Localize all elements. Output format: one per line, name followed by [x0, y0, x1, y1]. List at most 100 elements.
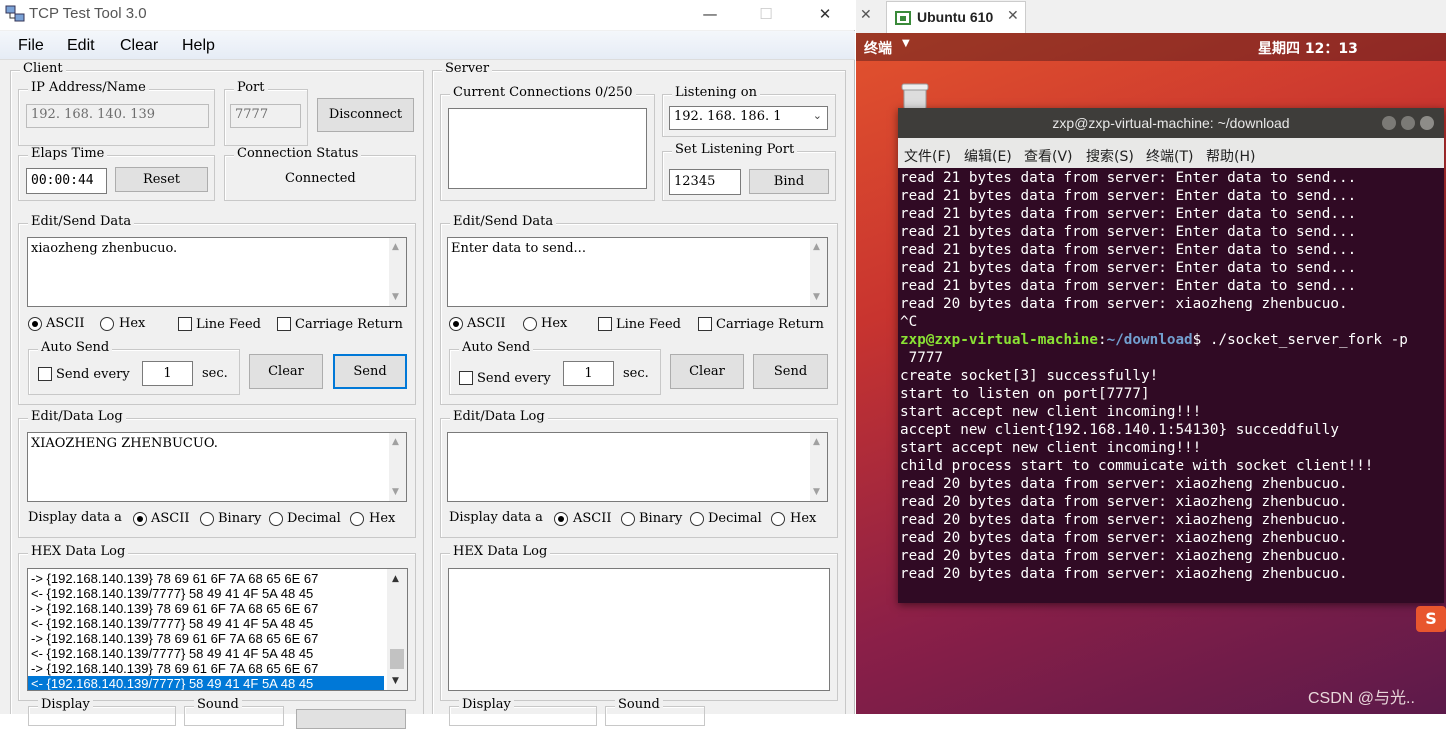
vm-tab-close-icon[interactable]: ✕ — [1007, 8, 1019, 24]
prompt-path: ~/download — [1106, 332, 1193, 348]
server-display-hex-radio[interactable] — [771, 512, 785, 526]
client-display-decimal-radio[interactable] — [269, 512, 283, 526]
csdn-watermark: CSDN @与光.. — [1308, 690, 1415, 707]
terminal-line: read 21 bytes data from server: Enter da… — [900, 260, 1357, 276]
terminal-menu-help[interactable]: 帮助(H) — [1206, 146, 1255, 166]
reset-button[interactable]: Reset — [115, 167, 208, 192]
server-log-textarea[interactable]: ▲ ▼ — [447, 432, 828, 502]
client-display-ascii-radio[interactable] — [133, 512, 147, 526]
maximize-button[interactable]: ☐ — [743, 0, 789, 30]
menu-help[interactable]: Help — [182, 37, 215, 55]
client-auto-send-label: Auto Send — [38, 340, 113, 355]
server-ascii-radio[interactable] — [449, 317, 463, 331]
terminal-minimize-icon[interactable] — [1382, 116, 1396, 130]
terminal-line: read 20 bytes data from server: xiaozhen… — [900, 530, 1348, 546]
client-clear-button[interactable]: Clear — [249, 354, 323, 389]
client-port-field[interactable]: 7777 — [230, 104, 301, 128]
server-clear-button[interactable]: Clear — [670, 354, 744, 389]
menu-edit[interactable]: Edit — [67, 37, 95, 55]
terminal-line: start accept new client incoming!!! — [900, 404, 1202, 420]
client-send-every-checkbox[interactable] — [38, 367, 52, 381]
client-send-label: Edit/Send Data — [28, 214, 135, 229]
terminal-title-bar[interactable]: zxp@zxp-virtual-machine: ~/download — [898, 108, 1444, 138]
listening-value: 192. 168. 186. 1 — [674, 109, 782, 124]
title-bar[interactable]: TCP Test Tool 3.0 — ☐ ✕ — [0, 0, 855, 30]
terminal-title: zxp@zxp-virtual-machine: ~/download — [1052, 115, 1290, 131]
client-ascii-label: ASCII — [46, 316, 85, 331]
client-display-binary-radio[interactable] — [200, 512, 214, 526]
terminal-line: read 21 bytes data from server: Enter da… — [900, 242, 1357, 258]
client-hex-radio[interactable] — [100, 317, 114, 331]
server-hex-radio[interactable] — [523, 317, 537, 331]
terminal-menu-edit[interactable]: 编辑(E) — [964, 146, 1012, 166]
server-display-binary-radio[interactable] — [621, 512, 635, 526]
network-icon — [5, 5, 25, 22]
server-display-ascii-radio[interactable] — [554, 512, 568, 526]
hex-log-line: <- {192.168.140.139/7777} 58 49 41 4F 5A… — [31, 616, 314, 631]
disconnect-button[interactable]: Disconnect — [317, 98, 414, 132]
prompt-user: zxp@zxp-virtual-machine — [900, 332, 1098, 348]
server-display-decimal-label: Decimal — [708, 511, 762, 526]
server-sound-group: Sound — [605, 697, 705, 726]
client-ascii-radio[interactable] — [28, 317, 42, 331]
ip-address-field[interactable]: 192. 168. 140. 139 — [26, 104, 209, 128]
client-display-hex-radio[interactable] — [350, 512, 364, 526]
client-send-scrollbar[interactable]: ▲ ▼ — [389, 238, 406, 306]
server-log-scrollbar[interactable]: ▲ ▼ — [810, 433, 827, 501]
server-send-textarea[interactable]: Enter data to send... ▲ ▼ — [447, 237, 828, 307]
terminal-menu-terminal[interactable]: 终端(T) — [1146, 146, 1193, 166]
close-button[interactable]: ✕ — [802, 0, 848, 30]
client-sound-label: Sound — [194, 697, 242, 712]
server-carriage-return-checkbox[interactable] — [698, 317, 712, 331]
terminal-window[interactable]: zxp@zxp-virtual-machine: ~/download 文件(F… — [898, 108, 1444, 603]
server-send-text: Enter data to send... — [451, 241, 586, 256]
client-hex-scrollbar[interactable]: ▲ ▼ — [387, 569, 407, 690]
terminal-line: read 20 bytes data from server: xiaozhen… — [900, 476, 1348, 492]
server-carriage-return-label: Carriage Return — [716, 317, 824, 332]
server-send-button[interactable]: Send — [753, 354, 828, 389]
client-send-button[interactable]: Send — [333, 354, 407, 389]
menu-file[interactable]: File — [18, 37, 44, 55]
topbar-clock[interactable]: 星期四 12：13 — [1258, 38, 1358, 58]
client-log-scrollbar[interactable]: ▲ ▼ — [389, 433, 406, 501]
terminal-output[interactable]: read 21 bytes data from server: Enter da… — [898, 169, 1444, 603]
port-label: Port — [234, 80, 268, 95]
terminal-maximize-icon[interactable] — [1401, 116, 1415, 130]
hex-log-line: <- {192.168.140.139/7777} 58 49 41 4F 5A… — [31, 646, 314, 661]
client-carriage-return-checkbox[interactable] — [277, 317, 291, 331]
topbar-app-menu[interactable]: 终端 — [864, 38, 892, 58]
client-hex-log[interactable]: -> {192.168.140.139} 78 69 61 6F 7A 68 6… — [27, 568, 408, 691]
server-display-decimal-radio[interactable] — [690, 512, 704, 526]
bind-button[interactable]: Bind — [749, 169, 829, 194]
minimize-button[interactable]: — — [687, 0, 733, 30]
server-display-ascii-label: ASCII — [573, 511, 612, 526]
vm-tab-bar: ✕ Ubuntu 610 ✕ — [856, 0, 1446, 33]
server-interval-field[interactable]: 1 — [563, 361, 614, 386]
client-send-textarea[interactable]: xiaozheng zhenbucuo. ▲ ▼ — [27, 237, 407, 307]
server-port-field[interactable]: 12345 — [669, 169, 741, 195]
sogou-ime-icon[interactable]: S — [1416, 606, 1446, 632]
terminal-menu-search[interactable]: 搜索(S) — [1086, 146, 1134, 166]
client-log-text: XIAOZHENG ZHENBUCUO. — [31, 436, 218, 451]
server-display-group: Display — [449, 697, 597, 726]
vm-tab-ubuntu[interactable]: Ubuntu 610 ✕ — [886, 1, 1026, 33]
server-hex-log[interactable] — [448, 568, 830, 691]
hex-log-line-selected[interactable]: <- {192.168.140.139/7777} 58 49 41 4F 5A… — [28, 676, 384, 690]
client-hex-scroll-thumb[interactable] — [390, 649, 404, 669]
terminal-close-icon[interactable] — [1420, 116, 1434, 130]
client-line-feed-checkbox[interactable] — [178, 317, 192, 331]
menu-clear[interactable]: Clear — [120, 37, 158, 55]
close-tab-icon[interactable]: ✕ — [860, 7, 872, 23]
hex-log-line: -> {192.168.140.139} 78 69 61 6F 7A 68 6… — [31, 601, 319, 616]
terminal-menu-file[interactable]: 文件(F) — [904, 146, 951, 166]
server-send-every-checkbox[interactable] — [459, 371, 473, 385]
server-line-feed-checkbox[interactable] — [598, 317, 612, 331]
connections-list[interactable] — [448, 108, 647, 189]
client-bottom-button[interactable] — [296, 709, 406, 729]
client-log-textarea[interactable]: XIAOZHENG ZHENBUCUO. ▲ ▼ — [27, 432, 407, 502]
terminal-menu-view[interactable]: 查看(V) — [1024, 146, 1073, 166]
server-send-scrollbar[interactable]: ▲ ▼ — [810, 238, 827, 306]
listening-select[interactable]: 192. 168. 186. 1 ⌄ — [669, 106, 828, 130]
client-interval-field[interactable]: 1 — [142, 361, 193, 386]
client-sec-label: sec. — [202, 366, 228, 381]
